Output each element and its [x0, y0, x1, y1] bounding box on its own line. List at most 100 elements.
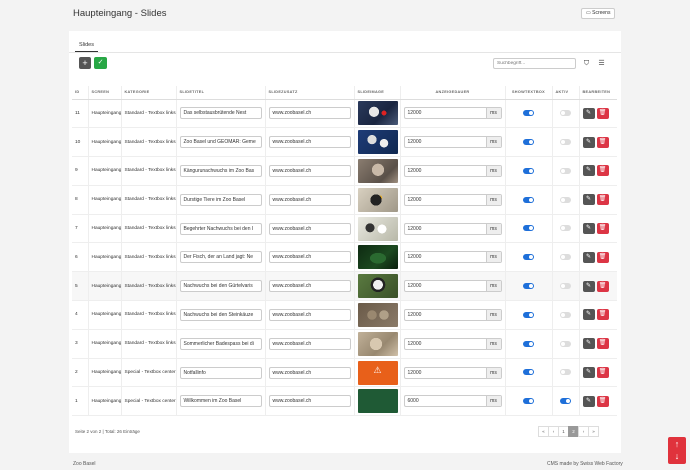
aktiv-toggle[interactable]: [560, 369, 571, 376]
table-row[interactable]: 2 Haupteingang Special - Textbox center Not…: [72, 358, 617, 388]
slidezusatz-field[interactable]: www.zoobasel.ch: [268, 222, 351, 235]
showtextbox-toggle[interactable]: [523, 311, 534, 318]
anzeigedauer-field[interactable]: 12000 ms: [403, 193, 502, 206]
delete-button[interactable]: 🗑: [596, 338, 609, 350]
slide-image-thumbnail[interactable]: [357, 158, 398, 183]
slide-image-thumbnail[interactable]: [357, 216, 398, 241]
col-header-slidetitel[interactable]: SLIDETITEL: [175, 86, 265, 100]
edit-button[interactable]: ✎: [582, 165, 595, 177]
col-header-slidezusatz[interactable]: SLIDEZUSATZ: [264, 86, 354, 100]
edit-button[interactable]: ✎: [582, 338, 595, 350]
anzeigedauer-value[interactable]: 12000: [405, 368, 486, 378]
slidetitel-field[interactable]: Nachwuchs bei den Gürtelvaris: [179, 280, 262, 293]
edit-button[interactable]: ✎: [582, 309, 595, 321]
showtextbox-toggle[interactable]: [523, 196, 534, 203]
arrow-down-icon[interactable]: ↓: [668, 450, 686, 462]
col-header-id[interactable]: ID: [72, 86, 88, 100]
anzeigedauer-field[interactable]: 6000 ms: [403, 395, 502, 408]
slidezusatz-field[interactable]: www.zoobasel.ch: [268, 337, 351, 350]
anzeigedauer-value[interactable]: 12000: [405, 195, 486, 205]
aktiv-toggle[interactable]: [560, 311, 571, 318]
showtextbox-toggle[interactable]: [523, 139, 534, 146]
edit-button[interactable]: ✎: [582, 223, 595, 235]
delete-button[interactable]: 🗑: [596, 309, 609, 321]
anzeigedauer-value[interactable]: 12000: [405, 339, 486, 349]
anzeigedauer-value[interactable]: 12000: [405, 108, 486, 118]
col-header-screen[interactable]: SCREEN: [87, 86, 121, 100]
delete-button[interactable]: 🗑: [596, 165, 609, 177]
slidezusatz-field[interactable]: www.zoobasel.ch: [268, 395, 351, 408]
showtextbox-toggle[interactable]: [523, 254, 534, 261]
showtextbox-toggle[interactable]: [523, 369, 534, 376]
anzeigedauer-field[interactable]: 12000 ms: [403, 107, 502, 120]
slidezusatz-field[interactable]: www.zoobasel.ch: [268, 251, 351, 264]
aktiv-toggle[interactable]: [560, 110, 571, 117]
anzeigedauer-field[interactable]: 12000 ms: [403, 337, 502, 350]
filter-icon[interactable]: ⛉: [581, 58, 592, 69]
slidezusatz-field[interactable]: www.zoobasel.ch: [268, 308, 351, 321]
slidetitel-field[interactable]: Zoo Basel und GEOMAR: Geme: [179, 136, 262, 149]
anzeigedauer-field[interactable]: 12000 ms: [403, 164, 502, 177]
delete-button[interactable]: 🗑: [596, 280, 609, 292]
showtextbox-toggle[interactable]: [523, 225, 534, 232]
delete-button[interactable]: 🗑: [596, 395, 609, 407]
anzeigedauer-value[interactable]: 12000: [405, 281, 486, 291]
anzeigedauer-field[interactable]: 12000 ms: [403, 136, 502, 149]
showtextbox-toggle[interactable]: [523, 398, 534, 405]
delete-button[interactable]: 🗑: [596, 194, 609, 206]
table-row[interactable]: 9 Haupteingang Standard - Textbox links Kän…: [72, 156, 617, 186]
table-row[interactable]: 10 Haupteingang Standard - Textbox links Zo…: [72, 127, 617, 158]
slide-image-thumbnail[interactable]: [357, 274, 398, 299]
column-list-icon[interactable]: ☰: [596, 58, 607, 69]
edit-button[interactable]: ✎: [582, 136, 595, 148]
showtextbox-toggle[interactable]: [523, 110, 534, 117]
aktiv-toggle[interactable]: [560, 225, 571, 232]
anzeigedauer-value[interactable]: 12000: [405, 137, 486, 147]
add-button[interactable]: +: [79, 57, 91, 69]
aktiv-toggle[interactable]: [560, 139, 571, 146]
slidezusatz-field[interactable]: www.zoobasel.ch: [268, 107, 351, 120]
anzeigedauer-field[interactable]: 12000 ms: [403, 280, 502, 293]
table-row[interactable]: 7 Haupteingang Standard - Textbox links Beg…: [72, 214, 617, 244]
slidetitel-field[interactable]: Durstige Tiere im Zoo Basel: [179, 193, 262, 206]
screens-button[interactable]: ▭ Screens: [581, 8, 616, 19]
aktiv-toggle[interactable]: [560, 398, 571, 405]
delete-button[interactable]: 🗑: [596, 367, 609, 379]
delete-button[interactable]: 🗑: [596, 107, 609, 119]
slidetitel-field[interactable]: Der Fisch, der an Land jagt: Ne: [179, 251, 262, 264]
anzeigedauer-field[interactable]: 12000 ms: [403, 308, 502, 321]
slide-image-thumbnail[interactable]: [357, 389, 398, 414]
arrow-up-icon[interactable]: ↑: [668, 438, 686, 450]
table-row[interactable]: 6 Haupteingang Standard - Textbox links Der…: [72, 242, 617, 273]
showtextbox-toggle[interactable]: [523, 340, 534, 347]
showtextbox-toggle[interactable]: [523, 167, 534, 174]
anzeigedauer-value[interactable]: 12000: [405, 252, 486, 262]
edit-button[interactable]: ✎: [582, 251, 595, 263]
anzeigedauer-value[interactable]: 12000: [405, 310, 486, 320]
anzeigedauer-value[interactable]: 12000: [405, 166, 486, 176]
col-header-aktiv[interactable]: AKTIV: [551, 86, 579, 100]
slide-image-thumbnail[interactable]: [357, 302, 398, 327]
slidezusatz-field[interactable]: www.zoobasel.ch: [268, 193, 351, 206]
delete-button[interactable]: 🗑: [596, 136, 609, 148]
slidetitel-field[interactable]: Begehrter Nachwuchs bei den I: [179, 222, 262, 235]
slide-image-thumbnail[interactable]: [357, 331, 398, 356]
col-header-showtextbox[interactable]: SHOWTEXTBOX: [504, 86, 552, 100]
slidezusatz-field[interactable]: www.zoobasel.ch: [268, 136, 351, 149]
edit-button[interactable]: ✎: [582, 367, 595, 379]
aktiv-toggle[interactable]: [560, 283, 571, 290]
slidetitel-field[interactable]: Das selbstausbrütende Nest: [179, 107, 262, 120]
aktiv-toggle[interactable]: [560, 196, 571, 203]
col-header-kategorie[interactable]: KATEGORIE: [120, 86, 176, 100]
table-row[interactable]: 11 Haupteingang Standard - Textbox links Da…: [72, 99, 617, 129]
slidetitel-field[interactable]: Kängurunachwuchs im Zoo Bas: [179, 164, 262, 177]
slide-image-thumbnail[interactable]: [357, 130, 398, 155]
slide-image-thumbnail[interactable]: ⚠: [357, 360, 398, 385]
edit-button[interactable]: ✎: [582, 280, 595, 292]
scroll-widget[interactable]: ↑ ↓: [668, 437, 686, 464]
slidezusatz-field[interactable]: www.zoobasel.ch: [268, 366, 351, 379]
delete-button[interactable]: 🗑: [596, 251, 609, 263]
edit-button[interactable]: ✎: [582, 107, 595, 119]
slide-image-thumbnail[interactable]: [357, 187, 398, 212]
pagination-item[interactable]: »: [588, 426, 599, 437]
